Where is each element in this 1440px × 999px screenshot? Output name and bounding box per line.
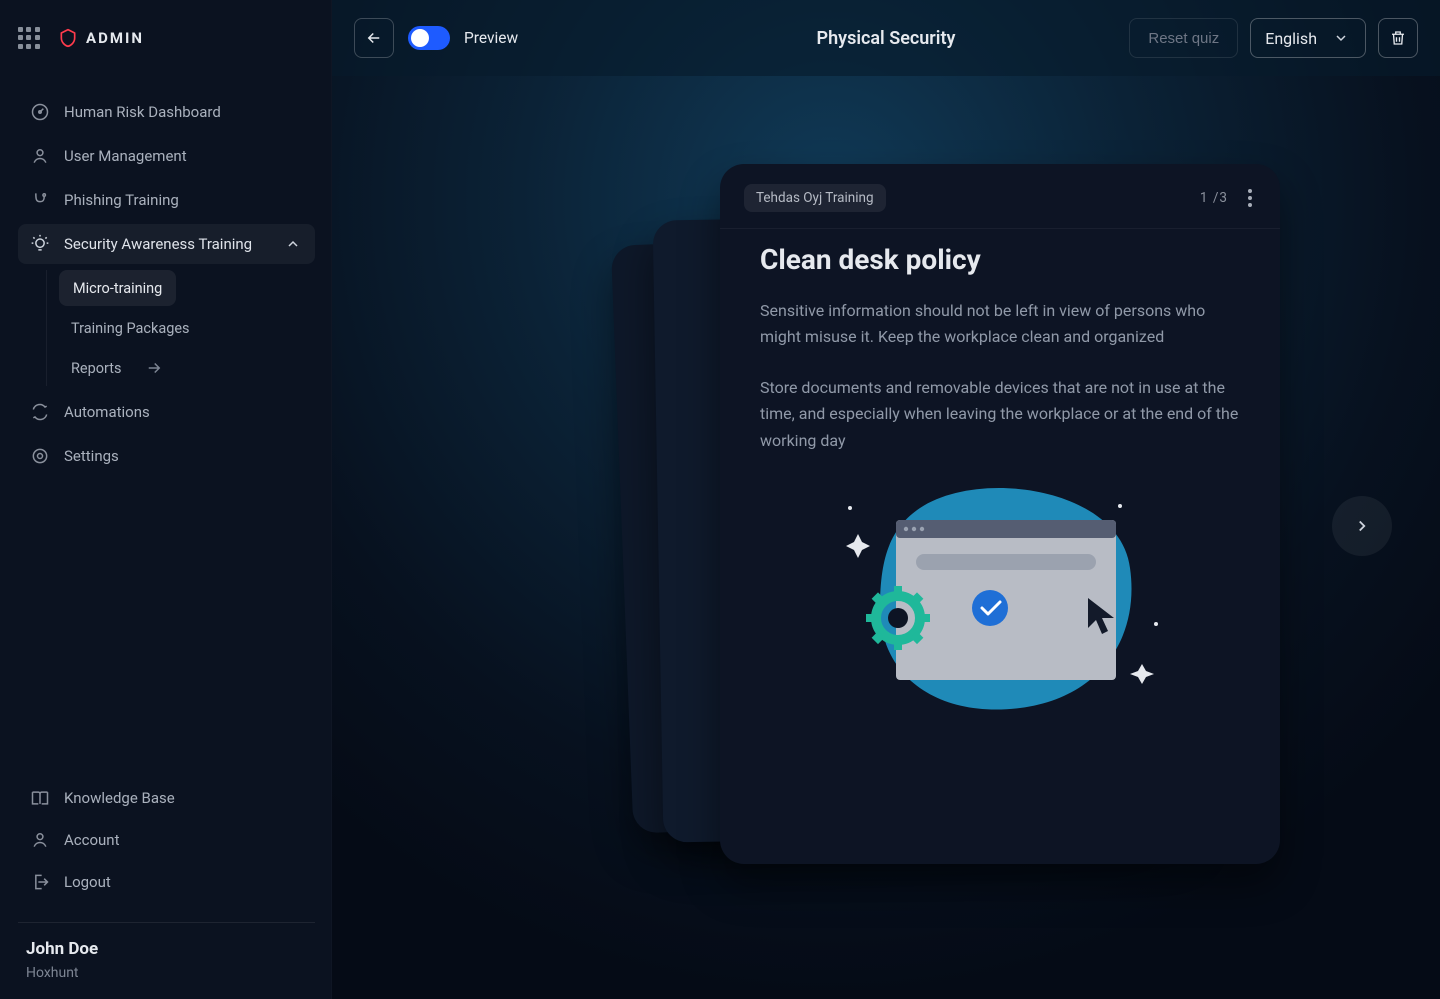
footer-item-account[interactable]: Account [18, 820, 315, 860]
clean-desk-illustration-icon [820, 478, 1180, 738]
stage: Tehdas Oyj Training 1 /3 Clean desk poli… [332, 76, 1440, 999]
sidebar-item-automations[interactable]: Automations [18, 392, 315, 432]
sidebar-item-label: Human Risk Dashboard [64, 103, 221, 121]
card-counter: 1 /3 [1200, 190, 1228, 206]
subnav-item-label: Micro-training [73, 280, 162, 297]
subnav-item-reports[interactable]: Reports [59, 350, 315, 386]
hook-icon [30, 190, 50, 210]
user-block: John Doe Hoxhunt [18, 939, 315, 981]
sidebar-item-label: Phishing Training [64, 191, 179, 209]
topbar: Preview Physical Security Reset quiz Eng… [332, 0, 1440, 76]
footer-item-knowledge-base[interactable]: Knowledge Base [18, 778, 315, 818]
user-icon [30, 146, 50, 166]
divider [18, 922, 315, 923]
sidebar-item-label: Automations [64, 403, 150, 421]
reset-quiz-button[interactable]: Reset quiz [1129, 18, 1238, 58]
nav-list: Human Risk Dashboard User Management Phi… [18, 92, 315, 264]
footer-item-label: Logout [64, 873, 111, 891]
logout-icon [30, 872, 50, 892]
sidebar-item-human-risk-dashboard[interactable]: Human Risk Dashboard [18, 92, 315, 132]
card-illustration [760, 478, 1240, 738]
next-card-button[interactable] [1332, 496, 1392, 556]
shield-icon [58, 28, 78, 48]
chevron-right-icon [1352, 516, 1372, 536]
training-tag: Tehdas Oyj Training [744, 184, 886, 212]
preview-label: Preview [464, 29, 518, 47]
card-paragraph: Sensitive information should not be left… [760, 298, 1240, 351]
book-icon [30, 788, 50, 808]
sidebar-item-label: Settings [64, 447, 119, 465]
subnav-item-training-packages[interactable]: Training Packages [59, 310, 315, 346]
language-value: English [1265, 29, 1317, 48]
brand-name: ADMIN [86, 29, 144, 47]
lightbulb-icon [30, 234, 50, 254]
sidebar-item-security-awareness-training[interactable]: Security Awareness Training [18, 224, 315, 264]
chevron-down-icon [1331, 28, 1351, 48]
preview-toggle[interactable] [408, 26, 450, 50]
subnav-item-label: Reports [71, 360, 122, 377]
person-icon [30, 830, 50, 850]
subnav: Micro-training Training Packages Reports [46, 270, 315, 386]
sidebar-item-user-management[interactable]: User Management [18, 136, 315, 176]
footer-item-label: Account [64, 831, 120, 849]
page-title: Physical Security [817, 28, 956, 49]
footer-item-label: Knowledge Base [64, 789, 175, 807]
risk-gauge-icon [30, 102, 50, 122]
back-button[interactable] [354, 18, 394, 58]
card-menu-button[interactable] [1244, 185, 1256, 211]
arrow-right-icon [144, 358, 164, 378]
chevron-up-icon [283, 234, 303, 254]
user-org: Hoxhunt [26, 965, 307, 981]
card-title: Clean desk policy [760, 243, 1240, 276]
subnav-item-micro-training[interactable]: Micro-training [59, 270, 176, 306]
target-icon [30, 446, 50, 466]
sidebar-item-label: User Management [64, 147, 187, 165]
sidebar: ADMIN Human Risk Dashboard User Managem [0, 0, 332, 999]
user-name: John Doe [26, 939, 307, 959]
brand: ADMIN [58, 28, 144, 48]
subnav-item-label: Training Packages [71, 320, 190, 337]
apps-grid-icon[interactable] [18, 27, 40, 49]
card-stack: Tehdas Oyj Training 1 /3 Clean desk poli… [622, 164, 1182, 864]
main: Preview Physical Security Reset quiz Eng… [332, 0, 1440, 999]
footer-item-logout[interactable]: Logout [18, 862, 315, 902]
sidebar-item-label: Security Awareness Training [64, 235, 252, 253]
trash-icon [1388, 28, 1408, 48]
sidebar-item-settings[interactable]: Settings [18, 436, 315, 476]
nav-list-lower: Automations Settings [18, 392, 315, 476]
language-select[interactable]: English [1250, 18, 1366, 58]
delete-button[interactable] [1378, 18, 1418, 58]
card-paragraph: Store documents and removable devices th… [760, 375, 1240, 454]
sidebar-item-phishing-training[interactable]: Phishing Training [18, 180, 315, 220]
loop-icon [30, 402, 50, 422]
training-card: Tehdas Oyj Training 1 /3 Clean desk poli… [720, 164, 1280, 864]
